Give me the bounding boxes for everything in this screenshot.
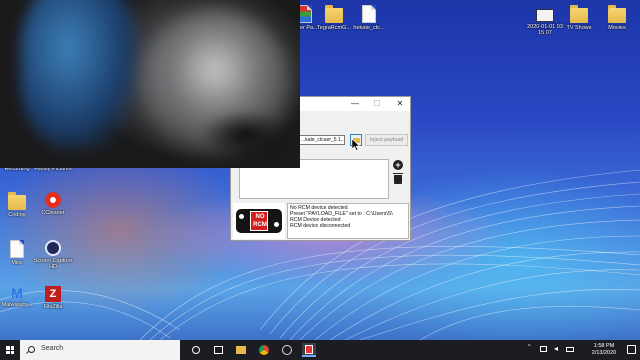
- icon-label: Screen Capture HD: [33, 258, 73, 271]
- icon-label: Malwareby...: [1, 302, 33, 308]
- maximize-button[interactable]: ☐: [368, 97, 386, 111]
- chrome-icon[interactable]: [257, 343, 271, 357]
- status-no: NO: [255, 214, 265, 220]
- desktop-icon[interactable]: CCleaner: [32, 192, 74, 216]
- add-favorite-button[interactable]: +: [393, 160, 403, 170]
- icon-label: TegraRcmG...: [317, 25, 351, 31]
- desktop: ...her Pa... TegraRcmG... hekate_ctc... …: [0, 0, 640, 340]
- taskbar-clock[interactable]: 1:58 PM 2/13/2020: [584, 343, 624, 357]
- volume-icon[interactable]: ◂: [554, 344, 558, 353]
- minimize-button[interactable]: —: [346, 97, 364, 111]
- task-view-icon[interactable]: [211, 343, 225, 357]
- icon-label: TV Shows: [566, 25, 592, 31]
- battery-icon[interactable]: [566, 347, 574, 352]
- icon-label: CCleaner: [41, 210, 65, 216]
- taskbar-search-box[interactable]: Search: [20, 340, 180, 360]
- webcam-overlay: [0, 0, 300, 168]
- desktop-icon[interactable]: Z FileZilla: [32, 286, 74, 310]
- start-button[interactable]: [0, 340, 20, 360]
- ccleaner-icon: [45, 192, 61, 208]
- icon-label: Misc: [11, 260, 23, 266]
- folder-icon: [570, 5, 588, 23]
- close-button[interactable]: ✕: [391, 97, 409, 111]
- rcm-status-image: NO RCM: [233, 203, 285, 239]
- monitor-icon: [536, 9, 554, 22]
- file-icon: [298, 5, 312, 23]
- clock-date: 2/13/2020: [591, 350, 617, 356]
- search-icon: [28, 346, 35, 353]
- chevron-up-icon[interactable]: ^: [528, 344, 531, 350]
- log-line: RCM device disconnected: [290, 223, 351, 229]
- icon-label: hekate_ctc...: [353, 25, 385, 31]
- folder-icon: [325, 5, 343, 23]
- desktop-icon[interactable]: Screen Capture HD: [32, 240, 74, 271]
- switch-icon: NO RCM: [236, 209, 282, 233]
- icon-label: Coding: [8, 212, 26, 218]
- mouse-cursor-icon: [352, 139, 360, 151]
- filezilla-icon: Z: [45, 286, 61, 302]
- file-icon: [10, 240, 24, 258]
- windows-logo-icon: [6, 346, 14, 354]
- desktop-icon[interactable]: TV Shows: [558, 5, 600, 31]
- network-icon[interactable]: [540, 346, 547, 352]
- folder-icon: [8, 192, 26, 210]
- camera-icon: [45, 240, 61, 256]
- clock-time: 1:58 PM: [593, 343, 615, 349]
- icon-label: FileZilla: [43, 304, 63, 310]
- inject-payload-button[interactable]: Inject payload: [365, 134, 408, 146]
- malwarebytes-icon: M: [11, 285, 23, 301]
- folder-icon: [608, 5, 626, 23]
- status-rcm: RCM: [253, 222, 267, 228]
- desktop-icon[interactable]: Movies: [596, 5, 638, 31]
- app-icon[interactable]: [280, 343, 294, 357]
- trash-icon[interactable]: [393, 173, 403, 184]
- file-icon: [362, 5, 376, 23]
- payload-path-field[interactable]: ...kate_ctcaer_5.1...: [299, 135, 345, 145]
- taskbar: Search ^ ◂ 1:58 PM 2/13/2020: [0, 340, 640, 360]
- desktop-icon[interactable]: hekate_ctc...: [348, 5, 390, 31]
- file-explorer-icon[interactable]: [234, 343, 248, 357]
- tegra-rcm-taskbar-icon[interactable]: [302, 343, 316, 357]
- icon-label: Movies: [608, 25, 626, 31]
- log-box[interactable]: No RCM device detected Preset "PAYLOAD_F…: [287, 203, 409, 239]
- cortana-icon[interactable]: [189, 343, 203, 357]
- search-placeholder: Search: [41, 345, 64, 352]
- notification-icon[interactable]: [627, 345, 636, 354]
